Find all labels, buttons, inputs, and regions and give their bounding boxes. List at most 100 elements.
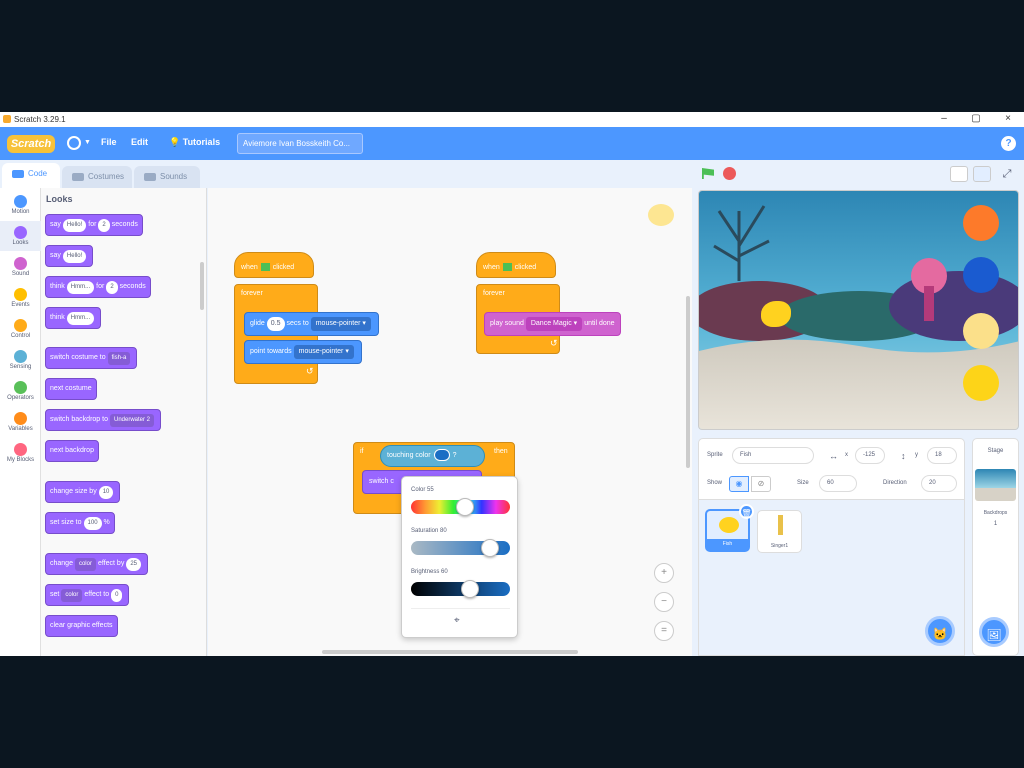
- green-flag-icon: [260, 263, 270, 272]
- backdrop-dropdown[interactable]: Underwater 2: [109, 414, 155, 427]
- eyedropper-icon[interactable]: ⌖: [454, 615, 460, 626]
- effect-dropdown[interactable]: color: [74, 558, 96, 571]
- fullscreen-icon[interactable]: ⤢: [998, 166, 1016, 182]
- tab-costumes[interactable]: Costumes: [62, 166, 132, 188]
- vertical-arrows-icon: ↕: [901, 451, 906, 461]
- large-stage-icon[interactable]: [973, 166, 991, 182]
- maximize-button[interactable]: ▢: [966, 113, 986, 124]
- target-dropdown[interactable]: mouse-pointer ▾: [293, 345, 354, 359]
- sprite-tile-singer1[interactable]: Singer1: [757, 510, 802, 553]
- block-text: glide: [250, 320, 265, 327]
- sound-dropdown[interactable]: Dance Magic ▾: [525, 317, 583, 331]
- category-variables[interactable]: Variables: [0, 407, 41, 437]
- stage-selector-panel[interactable]: Stage Backdrops 1 🖼: [972, 438, 1019, 656]
- touching-color-block[interactable]: touching color?: [380, 445, 485, 467]
- category-operators[interactable]: Operators: [0, 376, 41, 406]
- clear-effects-block[interactable]: clear graphic effects: [45, 615, 118, 637]
- category-events[interactable]: Events: [0, 283, 41, 313]
- edit-menu[interactable]: Edit: [131, 137, 148, 147]
- say-for-block[interactable]: say Hello! for 2 seconds: [45, 214, 143, 236]
- workspace-hscroll[interactable]: [322, 650, 578, 654]
- tutorials-menu[interactable]: 💡 Tutorials: [169, 137, 220, 148]
- say-block[interactable]: say Hello!: [45, 245, 94, 267]
- palette-scrollbar[interactable]: [200, 262, 204, 310]
- number-input[interactable]: 0: [111, 589, 123, 602]
- change-size-block[interactable]: change size by 10: [45, 481, 121, 503]
- direction-input[interactable]: 20: [921, 475, 957, 492]
- category-label: Sound: [11, 271, 30, 277]
- costume-dropdown[interactable]: fish-a: [107, 352, 131, 365]
- category-sensing[interactable]: Sensing: [0, 345, 41, 375]
- language-globe-icon[interactable]: [67, 136, 81, 150]
- motion-dot-icon: [14, 195, 27, 208]
- switch-costume-block[interactable]: switch costume to fish-a: [45, 347, 138, 369]
- show-visible-icon[interactable]: ◉: [729, 476, 749, 492]
- close-window-button[interactable]: ×: [998, 113, 1018, 124]
- sprite-name-input[interactable]: Fish: [732, 447, 814, 464]
- category-my-blocks[interactable]: My Blocks: [0, 438, 41, 468]
- number-input[interactable]: 0.5: [266, 317, 285, 331]
- play-sound-until-done-block[interactable]: play sound Dance Magic ▾ until done: [484, 312, 621, 336]
- number-input[interactable]: 25: [126, 558, 142, 571]
- size-input[interactable]: 60: [819, 475, 857, 492]
- effect-dropdown[interactable]: color: [61, 589, 83, 602]
- switch-backdrop-block[interactable]: switch backdrop to Underwater 2: [45, 409, 162, 431]
- set-effect-block[interactable]: set color effect to 0: [45, 584, 130, 606]
- scratch-logo[interactable]: Scratch: [7, 135, 55, 153]
- number-input[interactable]: 2: [98, 219, 110, 232]
- project-title-input[interactable]: Aviemore Ivan Bosskeith Co...: [237, 133, 363, 154]
- point-towards-block[interactable]: point towards mouse-pointer ▾: [244, 340, 362, 364]
- next-costume-block[interactable]: next costume: [45, 378, 97, 400]
- block-text: switch costume to: [50, 354, 106, 361]
- category-looks[interactable]: Looks: [0, 221, 41, 251]
- y-position-input[interactable]: 18: [927, 447, 957, 464]
- menu-bar: Scratch ▼ File Edit 💡 Tutorials Aviemore…: [0, 127, 1024, 160]
- target-dropdown[interactable]: mouse-pointer ▾: [310, 317, 371, 331]
- delete-sprite-icon[interactable]: 🗑: [739, 504, 754, 519]
- block-text: seconds: [111, 221, 138, 228]
- category-label: Events: [11, 302, 30, 308]
- choose-backdrop-button[interactable]: 🖼: [979, 617, 1009, 647]
- minimize-button[interactable]: –: [934, 113, 954, 124]
- next-backdrop-block[interactable]: next backdrop: [45, 440, 99, 462]
- hide-icon[interactable]: ⊘: [751, 476, 771, 492]
- when-flag-clicked-hat[interactable]: when clicked: [476, 252, 556, 278]
- glide-block[interactable]: glide 0.5 secs to mouse-pointer ▾: [244, 312, 379, 336]
- fish-sprite[interactable]: [761, 301, 791, 327]
- help-icon[interactable]: ?: [1001, 136, 1016, 151]
- message-input[interactable]: Hmm...: [66, 312, 95, 325]
- category-sound[interactable]: Sound: [0, 252, 41, 282]
- message-input[interactable]: Hello!: [62, 219, 87, 232]
- zoom-in-button[interactable]: +: [654, 563, 674, 583]
- backdrop-thumbnail: [975, 469, 1016, 501]
- small-stage-icon[interactable]: [950, 166, 968, 182]
- tab-sounds[interactable]: Sounds: [134, 166, 200, 188]
- tab-code[interactable]: Code: [2, 163, 60, 188]
- set-size-block[interactable]: set size to 100%: [45, 512, 115, 534]
- workspace-vscroll[interactable]: [686, 296, 690, 468]
- file-menu[interactable]: File: [101, 137, 117, 147]
- color-circle-orange: [963, 205, 999, 241]
- category-motion[interactable]: Motion: [0, 190, 41, 220]
- number-input[interactable]: 10: [98, 486, 114, 499]
- stop-icon[interactable]: [723, 167, 736, 180]
- think-block[interactable]: think Hmm...: [45, 307, 102, 329]
- choose-sprite-button[interactable]: 🐱: [925, 616, 955, 646]
- green-flag-icon[interactable]: [702, 168, 714, 179]
- number-input[interactable]: 2: [106, 281, 118, 294]
- category-control[interactable]: Control: [0, 314, 41, 344]
- singer-thumbnail: [778, 515, 783, 535]
- when-flag-clicked-hat[interactable]: when clicked: [234, 252, 314, 278]
- block-text: ?: [452, 452, 457, 459]
- stage-canvas[interactable]: [698, 190, 1019, 430]
- number-input[interactable]: 100: [83, 517, 102, 530]
- think-for-block[interactable]: think Hmm... for 2 seconds: [45, 276, 151, 298]
- zoom-out-button[interactable]: −: [654, 592, 674, 612]
- message-input[interactable]: Hmm...: [66, 281, 95, 294]
- block-palette: Looks say Hello! for 2 seconds say Hello! thi…: [41, 188, 207, 656]
- zoom-reset-button[interactable]: =: [654, 621, 674, 641]
- color-swatch[interactable]: [433, 449, 450, 462]
- x-position-input[interactable]: -125: [855, 447, 885, 464]
- change-effect-block[interactable]: change color effect by 25: [45, 553, 149, 575]
- message-input[interactable]: Hello!: [62, 250, 87, 263]
